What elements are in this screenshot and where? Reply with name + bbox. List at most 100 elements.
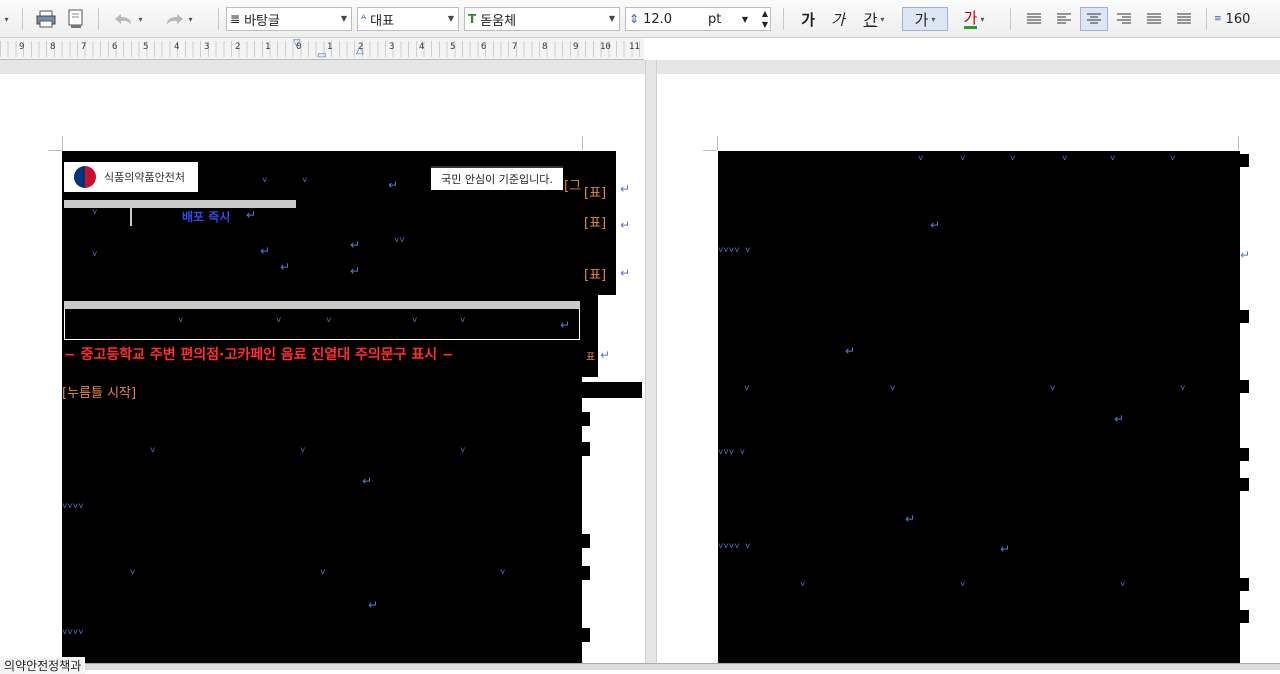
ruler-number: 9: [19, 42, 25, 52]
paragraph-mark-icon: ↵: [620, 266, 631, 280]
ruler-number: 4: [174, 42, 180, 52]
toolbar-separator: [22, 8, 23, 30]
agency-logo: 식품의약품안전처: [64, 162, 198, 192]
ruler-number: 4: [419, 42, 425, 52]
title-border: [64, 339, 580, 340]
text-overflow: [1240, 578, 1249, 591]
font-size-field[interactable]: ⇕ 12.0 pt ▼ ▲ ▼: [625, 7, 771, 31]
ruler-number: 8: [50, 42, 56, 52]
font-language-value: 대표: [370, 13, 395, 29]
paragraph-mark-icon: ↵: [845, 344, 856, 358]
body-text-area[interactable]: [62, 377, 582, 663]
document-tab[interactable]: 의약안전정책과: [0, 657, 86, 674]
style-select[interactable]: ≣ 바탕글 ▼: [226, 7, 352, 31]
space-mark-icon: ˅: [890, 384, 896, 394]
style-icon: ≣: [230, 12, 241, 26]
table-bracket-tag: [그: [564, 179, 582, 194]
line-spacing-value: 160: [1225, 11, 1251, 27]
text-overflow: [582, 412, 590, 426]
paragraph-mark-icon: ↵: [350, 264, 361, 278]
space-mark-icon: ˅: [960, 580, 966, 590]
font-select-value: 돋움체: [480, 13, 517, 29]
space-mark-icon: ˅: [460, 446, 466, 456]
redo-icon[interactable]: ▾: [158, 7, 198, 31]
space-mark-icon: ˅: [1170, 154, 1176, 164]
paragraph-mark-icon: ↵: [362, 474, 373, 488]
font-size-stepper[interactable]: ▲ ▼: [762, 8, 768, 30]
space-mark-icon: ˅: [276, 316, 282, 326]
text-overflow: [1240, 448, 1249, 461]
ruler-number: 8: [542, 42, 548, 52]
ruler-number: 7: [81, 42, 87, 52]
align-right-icon[interactable]: [1110, 7, 1138, 31]
paragraph-mark-icon: ↵: [620, 218, 631, 232]
government-emblem-icon: [74, 166, 96, 188]
align-left-icon[interactable]: [1050, 7, 1078, 31]
paragraph-mark-icon: ↵: [280, 260, 291, 274]
agency-logo-text: 식품의약품안전처: [104, 171, 185, 184]
line-spacing-field[interactable]: ≡ 160: [1214, 7, 1274, 31]
toolbar-separator: [218, 8, 219, 30]
margin-marker-icon[interactable]: △: [356, 45, 364, 56]
space-mark-icon: ˅: [1050, 384, 1056, 394]
toolbar-separator: [1206, 8, 1207, 30]
space-mark-icon: ˅˅˅˅ ˅: [718, 246, 751, 256]
italic-button[interactable]: 가: [824, 7, 852, 31]
preview-icon[interactable]: [62, 7, 90, 31]
align-center-icon[interactable]: [1080, 7, 1108, 31]
divide-icon[interactable]: [1170, 7, 1198, 31]
crop-mark: [62, 136, 63, 150]
ruler-number: 10: [600, 42, 611, 52]
indent-marker-icon[interactable]: ▽: [293, 38, 301, 49]
crop-mark: [48, 150, 62, 151]
space-mark-icon: ˅: [1010, 154, 1016, 164]
page2-body-text[interactable]: [718, 151, 1240, 663]
page-divider: [645, 60, 646, 663]
printer-icon[interactable]: [32, 7, 60, 31]
chevron-down-icon: ▼: [447, 14, 454, 23]
table-header-cell[interactable]: 배포 즉시: [182, 208, 230, 225]
font-size-icon: ⇕: [629, 12, 640, 26]
text-overflow: [582, 534, 590, 548]
underline-button[interactable]: 간 ▾: [854, 7, 894, 31]
ruler-number: 9: [573, 42, 579, 52]
font-color-button[interactable]: 가 ▾: [954, 7, 994, 31]
chevron-down-icon: ▼: [741, 15, 748, 24]
paragraph-mark-icon: ↵: [905, 512, 916, 526]
table-field-tag: [표]: [584, 216, 607, 231]
toolbar-dropdown-arrow[interactable]: ▾: [0, 7, 10, 31]
press-release-subtitle[interactable]: − 중고등학교 주변 편의점·고카페인 음료 진열대 주의문구 표시 −: [64, 344, 584, 364]
ruler-number: 7: [512, 42, 518, 52]
title-border: [579, 309, 580, 339]
ruler-number: 2: [235, 42, 241, 52]
space-mark-icon: ˅˅˅˅: [62, 502, 84, 512]
align-justify-icon[interactable]: [1020, 7, 1048, 31]
space-mark-icon: ˅: [1180, 384, 1186, 394]
ruler-number: 6: [481, 42, 487, 52]
font-icon: T: [468, 12, 477, 26]
paragraph-mark-icon: ↵: [600, 348, 611, 362]
space-mark-icon: ˅: [150, 446, 156, 456]
crop-mark: [703, 150, 717, 151]
distribute-icon[interactable]: [1140, 7, 1168, 31]
space-mark-icon: ˅: [1110, 154, 1116, 164]
space-mark-icon: ˅: [300, 446, 306, 456]
space-mark-icon: ˅: [460, 316, 466, 326]
document-tab-bar: 의약안전정책과: [0, 657, 1280, 674]
ruler-number: 11: [629, 42, 640, 52]
space-mark-icon: ˅: [92, 208, 98, 218]
space-mark-icon: ˅: [92, 250, 98, 260]
ruler-number: 3: [204, 42, 210, 52]
text-overflow: [1240, 310, 1249, 323]
strikethrough-button[interactable]: 가 ▾: [902, 7, 948, 31]
undo-icon[interactable]: ▾: [108, 7, 148, 31]
font-language-select[interactable]: ᴬ 대표 ▼: [357, 7, 459, 31]
space-mark-icon: ˅: [1062, 154, 1068, 164]
horizontal-ruler[interactable]: 9 8 7 6 5 4 3 2 1 0 1 2 3 4 5 6 7 8 9 10…: [0, 38, 644, 61]
bold-button[interactable]: 가: [794, 7, 822, 31]
font-select[interactable]: T 돋움체 ▼: [464, 7, 620, 31]
text-overflow: [1240, 380, 1249, 393]
space-mark-icon: ˅˅˅˅ ˅: [718, 542, 751, 552]
text-overflow: [582, 442, 590, 456]
crop-mark: [1238, 136, 1239, 150]
